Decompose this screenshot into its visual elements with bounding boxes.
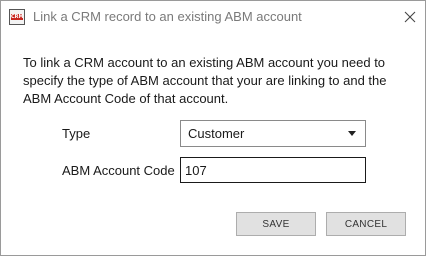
intro-text: To link a CRM account to an existing ABM… (23, 55, 387, 106)
close-button[interactable] (399, 6, 421, 28)
dialog-window: CRM Link a CRM record to an existing ABM… (0, 0, 426, 256)
cancel-button[interactable]: CANCEL (326, 212, 406, 236)
abm-account-code-label: ABM Account Code (62, 163, 175, 178)
app-icon-text: CRM (11, 14, 24, 20)
type-select[interactable]: Customer (180, 120, 366, 147)
crm-app-icon: CRM (9, 9, 25, 25)
abm-account-code-input[interactable] (180, 157, 366, 183)
type-select-value: Customer (188, 126, 245, 141)
type-label: Type (62, 126, 91, 141)
dropdown-arrow-icon (348, 131, 356, 136)
close-icon (404, 11, 416, 23)
title-bar: CRM Link a CRM record to an existing ABM… (1, 1, 425, 33)
save-button[interactable]: SAVE (236, 212, 316, 236)
window-title: Link a CRM record to an existing ABM acc… (33, 9, 302, 24)
